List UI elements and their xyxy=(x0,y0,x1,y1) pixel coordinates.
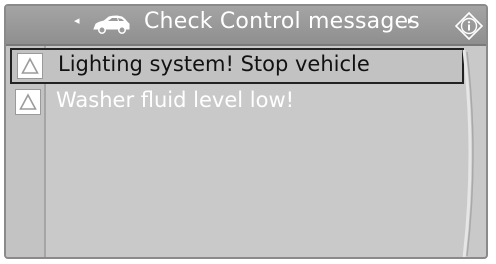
header-bar: ◂ Check Control messages ▸ xyxy=(6,6,486,46)
next-arrow-icon[interactable]: ▸ xyxy=(408,14,414,27)
message-list: Lighting system! Stop vehicle Washer flu… xyxy=(6,48,464,120)
warning-triangle-icon xyxy=(15,89,41,115)
page-title: Check Control messages xyxy=(144,9,420,34)
message-item[interactable]: Washer fluid level low! xyxy=(6,84,464,120)
message-text: Lighting system! Stop vehicle xyxy=(58,52,370,76)
warning-triangle-icon xyxy=(17,53,43,79)
car-icon xyxy=(93,15,130,34)
previous-arrow-icon[interactable]: ◂ xyxy=(74,14,80,27)
message-item-selected[interactable]: Lighting system! Stop vehicle xyxy=(10,48,464,84)
message-text: Washer fluid level low! xyxy=(56,88,295,112)
scrollbar[interactable] xyxy=(458,48,482,259)
info-icon[interactable] xyxy=(454,11,484,41)
check-control-panel: ◂ Check Control messages ▸ Lighting syst… xyxy=(4,4,488,259)
